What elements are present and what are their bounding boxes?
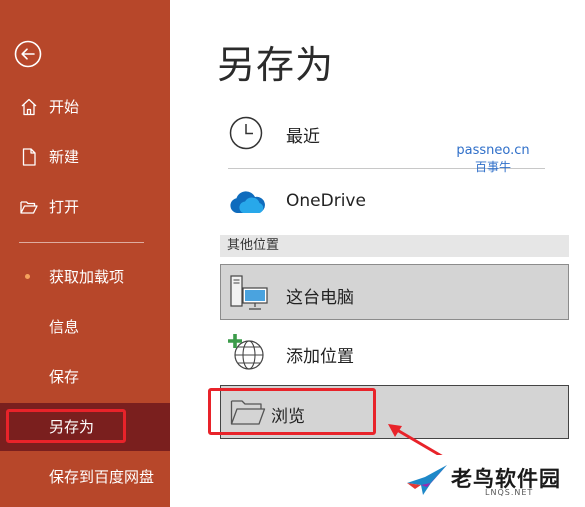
- page-title: 另存为: [217, 43, 335, 87]
- computer-icon: [230, 275, 268, 310]
- new-document-icon: [22, 148, 36, 166]
- brand-logo-area: 老鸟软件园 LNQS.NET: [385, 455, 585, 507]
- nav-info-label: 信息: [49, 318, 80, 336]
- nav-home[interactable]: 开始: [0, 85, 170, 129]
- home-icon: [21, 98, 37, 116]
- open-folder-icon: [20, 201, 38, 214]
- location-this-pc[interactable]: 这台电脑: [220, 264, 569, 320]
- nav-home-label: 开始: [49, 98, 80, 116]
- watermark-line1: passneo.cn: [456, 143, 530, 158]
- nav-open-label: 打开: [49, 198, 80, 216]
- onedrive-cloud-icon: [230, 191, 265, 213]
- nav-save[interactable]: 保存: [0, 355, 170, 399]
- nav-divider: [19, 242, 144, 243]
- add-location-globe-icon: [228, 334, 264, 370]
- nav-new-label: 新建: [49, 148, 80, 166]
- location-onedrive[interactable]: OneDrive: [220, 177, 569, 225]
- location-add-place-label: 添加位置: [286, 347, 354, 367]
- location-onedrive-label: OneDrive: [286, 191, 366, 211]
- nav-save-to-baidu[interactable]: 保存到百度网盘: [0, 455, 170, 499]
- watermark: passneo.cn 百事牛: [448, 143, 538, 175]
- nav-open[interactable]: 打开: [0, 185, 170, 229]
- nav-save-to-baidu-label: 保存到百度网盘: [49, 468, 155, 486]
- nav-new[interactable]: 新建: [0, 135, 170, 179]
- clock-icon: [229, 116, 263, 150]
- highlight-box-browse: [208, 388, 376, 435]
- location-recent-label: 最近: [286, 127, 320, 147]
- watermark-line2: 百事牛: [474, 160, 511, 174]
- section-header-other-locations: 其他位置: [220, 235, 569, 257]
- bird-logo-icon: [407, 465, 447, 495]
- nav-save-label: 保存: [49, 368, 80, 386]
- highlight-box-save-as: [6, 409, 126, 443]
- location-add-place[interactable]: 添加位置: [220, 326, 569, 378]
- nav-get-addins-label: 获取加载项: [49, 268, 125, 286]
- nav-info[interactable]: 信息: [0, 305, 170, 349]
- location-this-pc-label: 这台电脑: [286, 288, 354, 308]
- brand-subtitle: LNQS.NET: [485, 488, 534, 497]
- nav-get-addins[interactable]: 获取加载项: [0, 255, 170, 299]
- backstage-sidebar: 开始 新建 打开 获取加载项 信息 保存 另存为 保存到百度网盘: [0, 0, 170, 507]
- back-arrow-icon[interactable]: [14, 40, 42, 68]
